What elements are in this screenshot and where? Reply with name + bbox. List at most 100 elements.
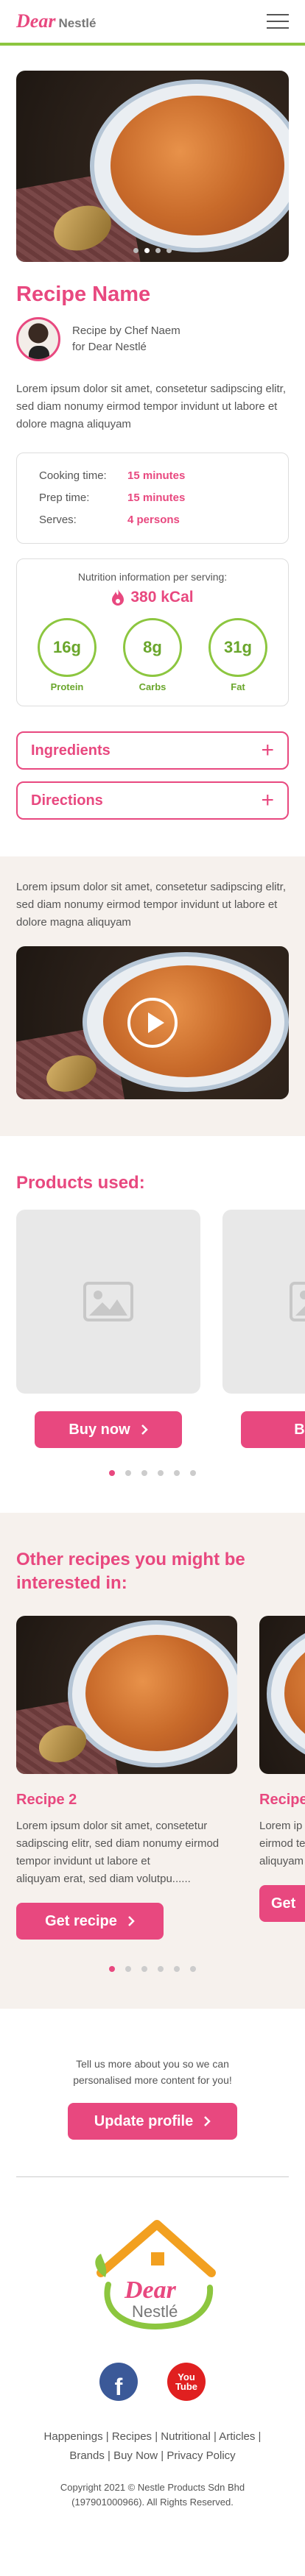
- nutrition-title: Nutrition information per serving:: [77, 571, 228, 583]
- footer-links-line-2[interactable]: Brands | Buy Now | Privacy Policy: [16, 2447, 289, 2466]
- other-recipes-title: Other recipes you might be interested in…: [16, 1550, 245, 1593]
- recipe-card[interactable]: Recipe 2 Lorem ipsum dolor sit amet, con…: [16, 1616, 237, 1940]
- ingredients-accordion[interactable]: Ingredients +: [16, 731, 289, 770]
- play-icon[interactable]: [127, 998, 178, 1048]
- update-profile-button[interactable]: Update profile: [68, 2103, 237, 2140]
- chef-avatar: [16, 317, 60, 361]
- buy-now-label: Buy n: [294, 1421, 305, 1438]
- protein-value: 16g: [38, 618, 97, 677]
- carousel-dot[interactable]: [133, 248, 139, 253]
- carousel-dot[interactable]: [166, 248, 172, 253]
- products-pagination: [0, 1470, 305, 1476]
- recipe-video[interactable]: [16, 946, 289, 1099]
- protein-stat: 16g Protein: [38, 618, 97, 692]
- recipe-card-image[interactable]: [259, 1616, 305, 1774]
- youtube-icon[interactable]: You Tube: [167, 2363, 206, 2401]
- get-recipe-button[interactable]: Get: [259, 1885, 305, 1922]
- cooking-time-row: Cooking time: 15 minutes: [39, 465, 266, 487]
- carousel-dot[interactable]: [155, 248, 161, 253]
- chevron-right-icon: [204, 2116, 211, 2126]
- buy-now-button[interactable]: Buy n: [241, 1411, 305, 1448]
- personalise-section: Tell us more about you so we can persona…: [0, 2009, 305, 2176]
- pagination-dot[interactable]: [125, 1966, 131, 1972]
- recipe-card-title[interactable]: Recipe 2: [16, 1792, 237, 1809]
- recipe-hero-image: [16, 71, 289, 262]
- product-card: Buy n: [222, 1210, 305, 1448]
- prep-time-label: Prep time:: [39, 492, 90, 504]
- fat-label: Fat: [231, 681, 245, 692]
- dear-nestle-footer-logo[interactable]: Dear Nestlé: [86, 2218, 219, 2336]
- product-image-placeholder: [16, 1210, 200, 1394]
- copyright-line-2: (197901000966). All Rights Reserved.: [71, 2497, 234, 2508]
- site-footer: Dear Nestlé f You Tube Happenings | Recip…: [0, 2177, 305, 2539]
- cooking-time-label: Cooking time:: [39, 469, 107, 482]
- pagination-dot[interactable]: [174, 1470, 180, 1476]
- pagination-dot-active[interactable]: [109, 1966, 115, 1972]
- kcal-value: 380 kCal: [130, 589, 194, 606]
- pagination-dot[interactable]: [158, 1470, 164, 1476]
- chevron-right-icon: [141, 1424, 148, 1435]
- fat-stat: 31g Fat: [208, 618, 267, 692]
- carousel-dot-active[interactable]: [144, 248, 150, 253]
- facebook-icon[interactable]: f: [99, 2363, 138, 2401]
- carbs-label: Carbs: [139, 681, 166, 692]
- chef-line-2: for Dear Nestlé: [72, 341, 147, 353]
- youtube-tube: Tube: [175, 2381, 198, 2392]
- serves-row: Serves: 4 persons: [39, 509, 266, 531]
- video-description: Lorem ipsum dolor sit amet, consetetur s…: [16, 881, 286, 929]
- site-header: Dear Nestlé: [0, 0, 305, 46]
- chevron-right-icon: [128, 1916, 135, 1926]
- image-icon: [290, 1282, 305, 1321]
- footer-logo-dear-text: Dear: [124, 2277, 177, 2304]
- chef-line-1: Recipe by Chef Naem: [72, 324, 180, 337]
- logo-nestle-text: Nestlé: [58, 16, 97, 30]
- hero-carousel-dots: [16, 248, 289, 253]
- social-links: f You Tube: [16, 2363, 289, 2401]
- buy-now-label: Buy now: [69, 1421, 130, 1438]
- other-recipes-section: Other recipes you might be interested in…: [0, 1513, 305, 2009]
- pagination-dot[interactable]: [190, 1966, 196, 1972]
- buy-now-button[interactable]: Buy now: [35, 1411, 182, 1448]
- menu-icon[interactable]: [267, 14, 289, 29]
- recipes-carousel: Recipe 2 Lorem ipsum dolor sit amet, con…: [0, 1616, 305, 1940]
- products-carousel: Buy now Buy n: [0, 1210, 305, 1448]
- recipes-pagination: [0, 1966, 305, 1972]
- serves-label: Serves:: [39, 514, 77, 526]
- flame-icon: [112, 589, 125, 606]
- logo-dear-text: Dear: [16, 10, 56, 32]
- copyright: Copyright 2021 © Nestle Products Sdn Bhd…: [16, 2480, 289, 2510]
- cooking-time-value: 15 minutes: [127, 469, 186, 482]
- personalise-text: Tell us more about you so we can persona…: [73, 2058, 232, 2086]
- recipe-card-desc: Lorem ipsum dolor sit amet, consetetur s…: [16, 1820, 220, 1867]
- products-title: Products used:: [16, 1173, 145, 1193]
- product-card: Buy now: [16, 1210, 200, 1448]
- recipe-card[interactable]: Recipe Lorem ip eirmod te aliquyam Get: [259, 1616, 305, 1940]
- directions-accordion[interactable]: Directions +: [16, 781, 289, 820]
- recipe-card-title[interactable]: Recipe: [259, 1792, 305, 1809]
- pagination-dot[interactable]: [174, 1966, 180, 1972]
- carbs-stat: 8g Carbs: [123, 618, 182, 692]
- pagination-dot[interactable]: [125, 1470, 131, 1476]
- pagination-dot[interactable]: [141, 1470, 147, 1476]
- dear-nestle-logo[interactable]: Dear Nestlé: [16, 10, 96, 32]
- fat-value: 31g: [208, 618, 267, 677]
- recipe-times-card: Cooking time: 15 minutes Prep time: 15 min…: [16, 453, 289, 544]
- get-recipe-button[interactable]: Get recipe: [16, 1903, 164, 1940]
- ingredients-label: Ingredients: [31, 742, 111, 759]
- recipe-title: Recipe Name: [16, 283, 151, 306]
- update-profile-label: Update profile: [94, 2112, 194, 2129]
- image-icon: [83, 1282, 133, 1321]
- pagination-dot[interactable]: [158, 1966, 164, 1972]
- recipe-card-desc: Lorem ip eirmod te aliquyam: [259, 1820, 305, 1867]
- get-recipe-label: Get: [271, 1895, 296, 1912]
- footer-links-line-1[interactable]: Happenings | Recipes | Nutritional | Art…: [16, 2427, 289, 2447]
- footer-links[interactable]: Happenings | Recipes | Nutritional | Art…: [16, 2427, 289, 2466]
- pagination-dot[interactable]: [141, 1966, 147, 1972]
- plus-icon: +: [261, 738, 274, 762]
- recipe-card-image[interactable]: [16, 1616, 237, 1774]
- video-section: Lorem ipsum dolor sit amet, consetetur s…: [0, 856, 305, 1136]
- product-image-placeholder: [222, 1210, 305, 1394]
- pagination-dot[interactable]: [190, 1470, 196, 1476]
- pagination-dot-active[interactable]: [109, 1470, 115, 1476]
- recipe-card-desc-faded: aliquyam erat, sed diam volutpu......: [16, 1873, 191, 1885]
